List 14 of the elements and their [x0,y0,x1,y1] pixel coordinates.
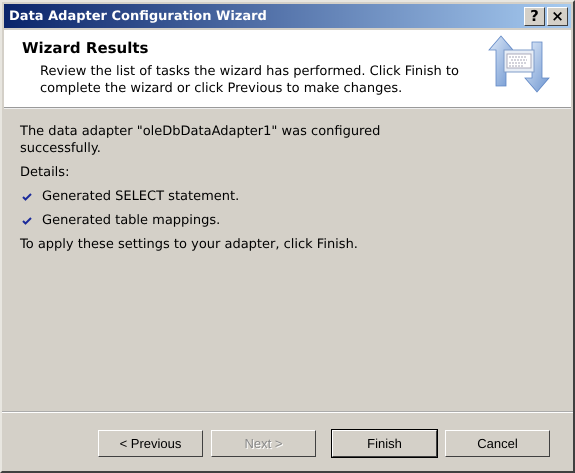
details-label: Details: [20,164,70,181]
close-button[interactable]: × [547,6,568,26]
instruction-text: To apply these settings to your adapter, click Finish. [20,236,359,253]
wizard-button[interactable]: < Previous [98,430,203,457]
wizard-button[interactable]: Cancel [445,430,550,457]
detail-item: Generated SELECT statement. [42,188,240,205]
wizard-button[interactable]: Finish [332,430,437,457]
page-description: Review the list of tasks the wizard has performed. Click Finish to complete the wizard or click Previous to make changes. [40,63,460,97]
result-message: The data adapter "oleDbDataAdapter1" was configured successfully. [20,123,382,157]
data-transfer-icon [487,34,551,94]
page-title: Wizard Results [22,39,150,57]
help-button[interactable]: ? [524,6,545,26]
detail-item: Generated table mappings. [42,212,220,229]
window-title: Data Adapter Configuration Wizard [9,8,267,24]
